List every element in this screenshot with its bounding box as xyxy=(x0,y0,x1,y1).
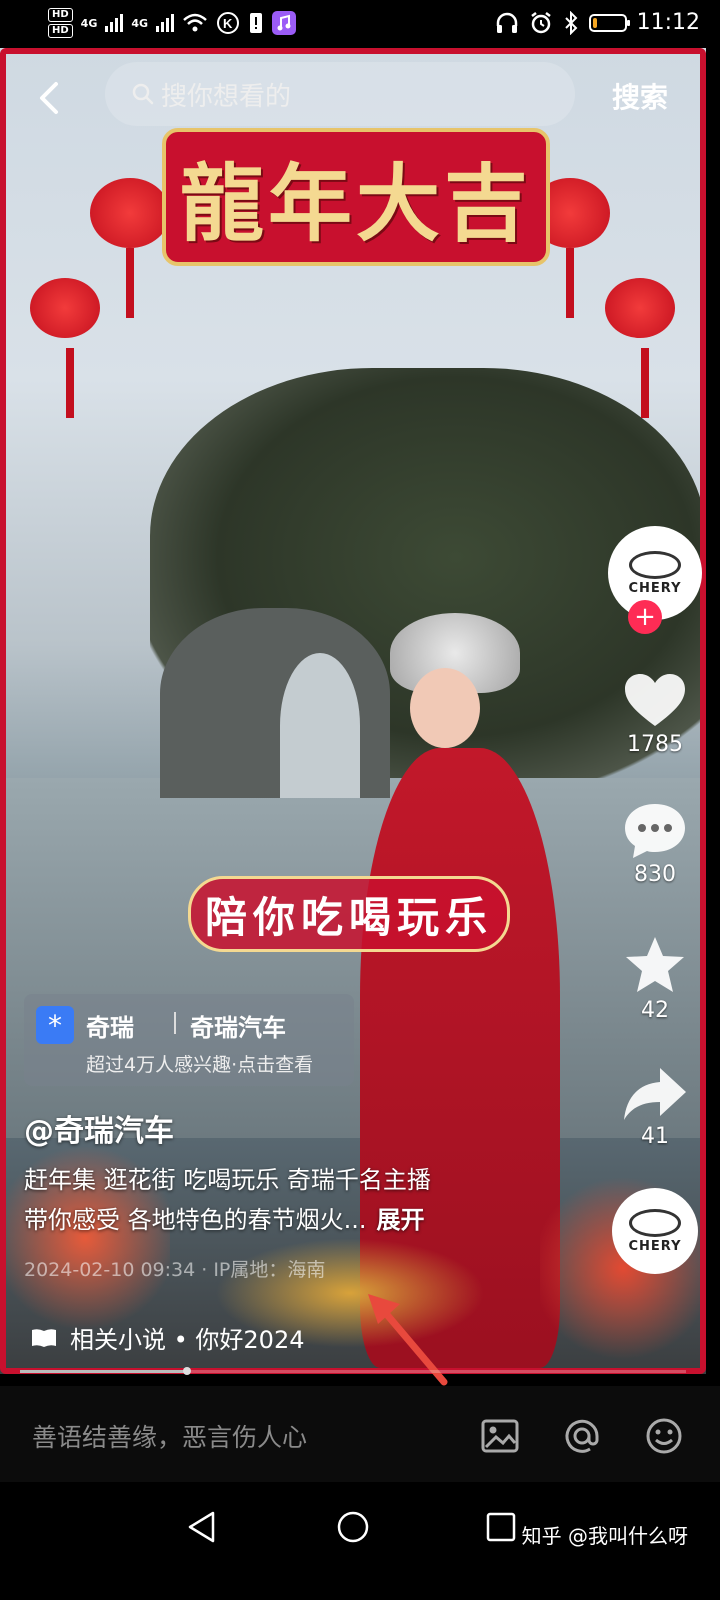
star-icon[interactable] xyxy=(623,934,687,996)
share-count: 41 xyxy=(641,1124,669,1149)
status-bar: HD HD 4G 4G K 11:12 xyxy=(0,0,720,48)
related-novel-text: 相关小说 • 你好2024 xyxy=(70,1326,305,1354)
comment-count: 830 xyxy=(634,862,676,887)
svg-text:K: K xyxy=(223,16,233,31)
expand-button[interactable]: 展开 xyxy=(377,1206,425,1234)
search-placeholder: 搜你想看的 xyxy=(161,81,292,112)
wifi-icon xyxy=(183,13,207,32)
video-progress-bar[interactable] xyxy=(20,1367,686,1375)
ad-card[interactable]: * 奇瑞 奇瑞汽车 超过4万人感兴趣·点击查看 xyxy=(24,994,354,1086)
author-name[interactable]: @奇瑞汽车 xyxy=(24,1106,174,1150)
nav-back-icon[interactable] xyxy=(186,1510,218,1544)
network-type-1: 4G xyxy=(80,16,98,30)
nav-home-icon[interactable] xyxy=(336,1510,370,1544)
search-input[interactable]: 搜你想看的 xyxy=(105,62,575,126)
music-disc[interactable]: CHERY xyxy=(612,1188,698,1274)
back-arrow-icon[interactable] xyxy=(30,78,70,118)
nav-recents-icon[interactable] xyxy=(486,1512,516,1542)
search-button[interactable]: 搜索 xyxy=(612,76,668,116)
chery-logo-icon xyxy=(629,1208,681,1237)
ad-subtitle: 超过4万人感兴趣·点击查看 xyxy=(86,1054,314,1076)
bluetooth-icon xyxy=(564,10,578,35)
battery-icon xyxy=(588,13,630,32)
ad-name: 奇瑞 xyxy=(86,1014,134,1042)
k-app-icon: K xyxy=(217,12,240,34)
desc-line-1: 赶年集 逛花街 吃喝玩乐 奇瑞千名主播 xyxy=(24,1166,431,1194)
desc-line-2: 带你感受 各地特色的春节烟火... xyxy=(24,1206,367,1234)
hd-badge-2: HD xyxy=(48,24,73,38)
like-block[interactable]: 1785 xyxy=(610,672,700,757)
comment-input[interactable]: 善语结善缘，恶言伤人心 xyxy=(32,1418,307,1454)
signal-icon-1 xyxy=(105,14,124,32)
ad-brand: 奇瑞汽车 xyxy=(190,1014,286,1042)
like-count: 1785 xyxy=(627,732,683,757)
system-nav-bar: 知乎 @我叫什么呀 xyxy=(0,1482,720,1600)
network-type-2: 4G xyxy=(131,16,149,30)
progress-handle[interactable] xyxy=(182,1367,191,1375)
share-icon[interactable] xyxy=(622,1066,688,1122)
headphones-icon xyxy=(496,12,517,33)
alarm-icon xyxy=(530,11,551,33)
watermark: 知乎 @我叫什么呀 xyxy=(521,1524,688,1548)
book-icon xyxy=(32,1328,56,1347)
music-logo-text: CHERY xyxy=(628,1238,682,1254)
mention-icon[interactable] xyxy=(562,1416,602,1456)
follow-plus-icon[interactable]: + xyxy=(628,600,662,634)
ad-divider xyxy=(174,1012,176,1034)
music-disc-block[interactable]: CHERY xyxy=(610,1188,700,1274)
comment-bar: 善语结善缘，恶言伤人心 xyxy=(0,1386,720,1482)
post-description: 赶年集 逛花街 吃喝玩乐 奇瑞千名主播 带你感受 各地特色的春节烟火... 展开 xyxy=(24,1160,564,1240)
post-meta: 2024-02-10 09:34 · IP属地：海南 xyxy=(24,1259,326,1281)
comment-block[interactable]: 830 xyxy=(610,800,700,887)
comment-icon[interactable] xyxy=(623,800,687,860)
related-novel-link[interactable]: 相关小说 • 你好2024 xyxy=(30,1320,305,1355)
share-block[interactable]: 41 xyxy=(610,1066,700,1149)
favorite-count: 42 xyxy=(641,998,669,1023)
annotation-arrow-icon xyxy=(368,1294,448,1386)
alert-icon xyxy=(250,13,263,33)
heart-icon[interactable] xyxy=(623,672,687,730)
progress-fill xyxy=(20,1370,187,1373)
emoji-icon[interactable] xyxy=(644,1416,684,1456)
hd-badge-1: HD xyxy=(48,8,73,22)
chery-logo-icon xyxy=(629,550,681,579)
image-icon[interactable] xyxy=(480,1416,520,1456)
music-app-icon xyxy=(272,11,297,35)
favorite-block[interactable]: 42 xyxy=(610,934,700,1023)
signal-icon-2 xyxy=(156,14,175,32)
brand-asterisk-icon: * xyxy=(36,1006,74,1044)
avatar-logo-text: CHERY xyxy=(628,580,682,596)
search-icon xyxy=(132,83,154,105)
clock: 11:12 xyxy=(636,10,700,35)
